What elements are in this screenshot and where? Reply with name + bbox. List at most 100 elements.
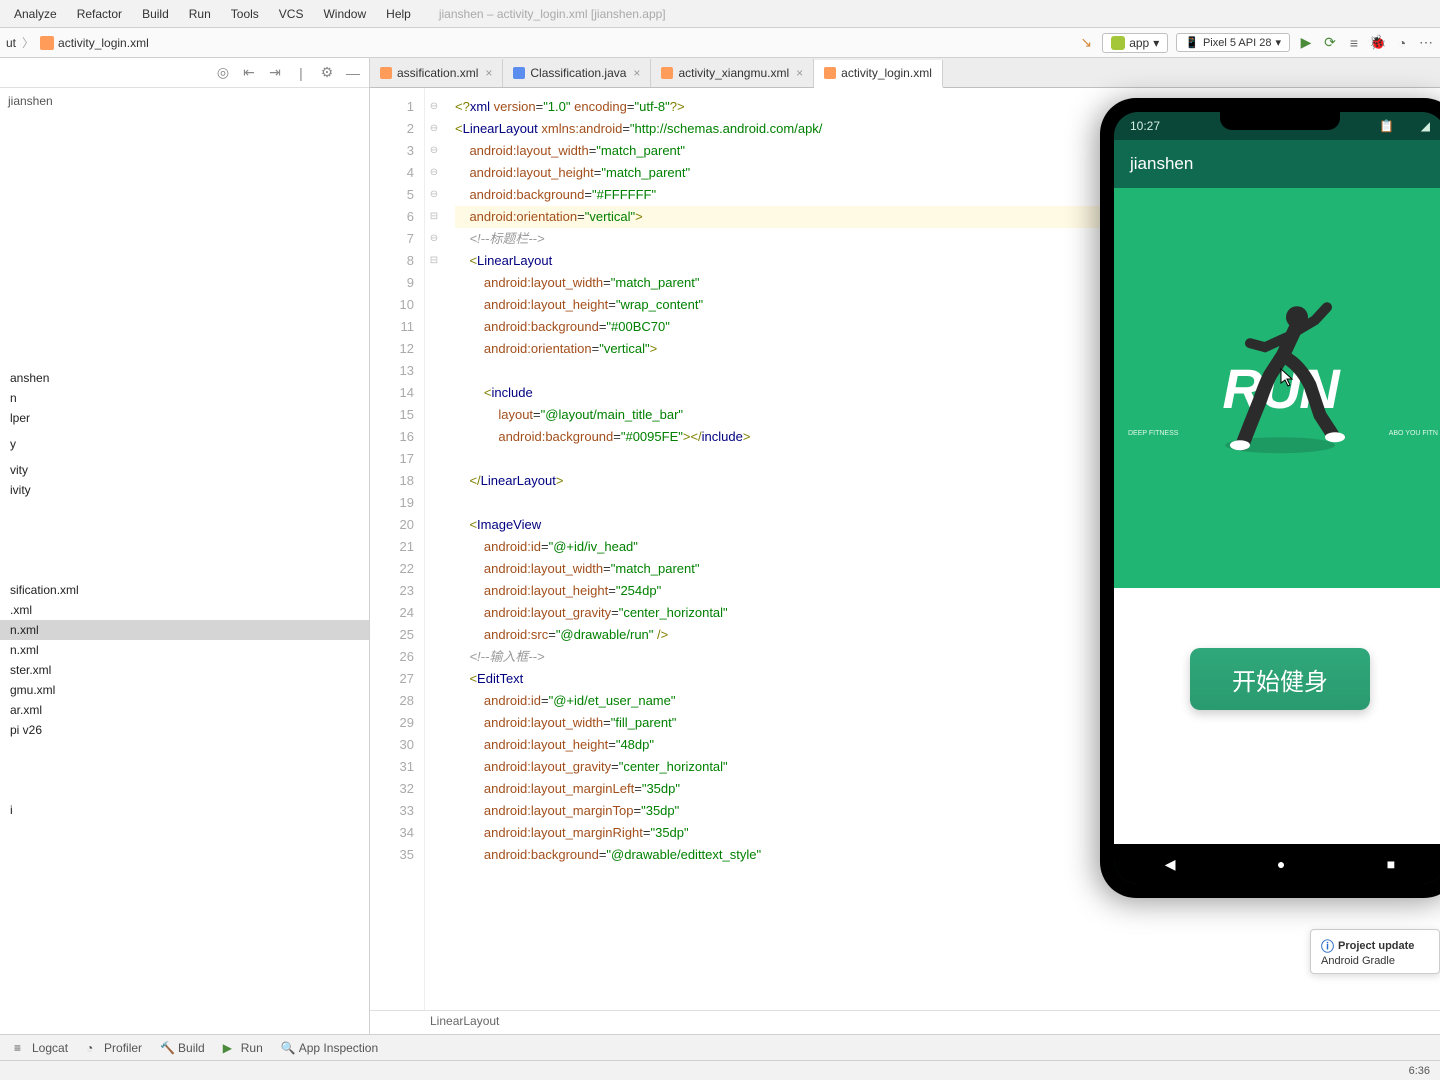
run-icon[interactable]: ▶ bbox=[1298, 35, 1314, 51]
activity-restart-icon[interactable]: ≡ bbox=[1346, 35, 1362, 51]
profiler-icon: ◔ bbox=[86, 1041, 100, 1055]
menu-bar: Analyze Refactor Build Run Tools VCS Win… bbox=[0, 0, 1440, 28]
dropdown-icon: ▾ bbox=[1275, 36, 1281, 49]
bottom-logcat[interactable]: ≡Logcat bbox=[14, 1041, 68, 1055]
emu-app-title: jianshen bbox=[1130, 154, 1193, 174]
xml-file-icon bbox=[380, 67, 392, 79]
tree-item[interactable]: y bbox=[0, 434, 369, 454]
editor-breadcrumb[interactable]: LinearLayout bbox=[370, 1010, 1440, 1034]
debug-icon[interactable]: 🐞 bbox=[1370, 35, 1386, 51]
tree-item[interactable]: .xml bbox=[0, 600, 369, 620]
menu-help[interactable]: Help bbox=[376, 3, 421, 25]
tree-item[interactable]: ivity bbox=[0, 480, 369, 500]
cursor-icon bbox=[1280, 368, 1294, 388]
editor-tabs: assification.xml × Classification.java × a… bbox=[370, 58, 1440, 88]
info-icon: ⓘ bbox=[1321, 936, 1334, 955]
bottom-label: App Inspection bbox=[299, 1041, 378, 1055]
close-icon[interactable]: × bbox=[796, 66, 803, 80]
android-icon bbox=[1111, 36, 1125, 50]
tab[interactable]: activity_xiangmu.xml× bbox=[651, 59, 814, 87]
tree-item-selected[interactable]: n.xml bbox=[0, 620, 369, 640]
project-root-label[interactable]: jianshen bbox=[0, 88, 369, 114]
hero-small-left: DEEP FITNESS bbox=[1128, 430, 1178, 438]
tab-label: activity_login.xml bbox=[841, 66, 932, 80]
emu-home-icon[interactable]: ● bbox=[1277, 856, 1285, 872]
close-icon[interactable]: × bbox=[633, 66, 640, 80]
bottom-profiler[interactable]: ◔ Profiler bbox=[86, 1041, 142, 1055]
bottom-tool-bar: ≡Logcat ◔ Profiler 🔨Build ▶Run 🔍App Inspe… bbox=[0, 1034, 1440, 1060]
device-selector[interactable]: 📱 Pixel 5 API 28 ▾ bbox=[1176, 33, 1290, 52]
emu-status-icons: 📋 ◢ bbox=[1379, 119, 1430, 133]
emulator-device[interactable]: 10:27 📋 ◢ jianshen DEEP FITNESS RUN bbox=[1100, 98, 1440, 898]
tree-item[interactable]: ster.xml bbox=[0, 660, 369, 680]
line-gutter: 1234567891011121314151617181920212223242… bbox=[370, 88, 425, 1010]
tab-active[interactable]: activity_login.xml bbox=[814, 60, 943, 88]
emu-nav-bar: ◀ ● ■ bbox=[1114, 844, 1440, 884]
emu-hero-image: DEEP FITNESS RUN ABO YOU FITN bbox=[1114, 188, 1440, 588]
apply-changes-icon[interactable]: ⟳ bbox=[1322, 35, 1338, 51]
menu-analyze[interactable]: Analyze bbox=[4, 3, 67, 25]
nav-toolbar: ut 〉 activity_login.xml ↘ app ▾ 📱 Pixel … bbox=[0, 28, 1440, 58]
java-file-icon bbox=[513, 67, 525, 79]
collapse-icon[interactable]: ⇤ bbox=[241, 65, 257, 81]
emulator-screen[interactable]: 10:27 📋 ◢ jianshen DEEP FITNESS RUN bbox=[1114, 112, 1440, 884]
fold-column[interactable]: ⊖⊖⊖⊖⊖⊟⊖⊟ bbox=[425, 88, 443, 1010]
minimize-icon[interactable]: — bbox=[345, 65, 361, 81]
emu-recent-icon[interactable]: ■ bbox=[1387, 856, 1395, 872]
run-config-label: app bbox=[1129, 36, 1149, 50]
xml-file-icon bbox=[661, 67, 673, 79]
notification-popup[interactable]: ⓘ Project update Android Gradle bbox=[1310, 929, 1440, 974]
expand-icon[interactable]: ⇥ bbox=[267, 65, 283, 81]
menu-window[interactable]: Window bbox=[313, 3, 376, 25]
main-split: ◎ ⇤ ⇥ | ⚙ — jianshen anshen n lper y vit… bbox=[0, 58, 1440, 1034]
menu-vcs[interactable]: VCS bbox=[269, 3, 314, 25]
more-icon[interactable]: ⋯ bbox=[1418, 35, 1434, 51]
xml-file-icon bbox=[824, 67, 836, 79]
gear-icon[interactable]: ⚙ bbox=[319, 65, 335, 81]
start-fitness-button[interactable]: 开始健身 bbox=[1190, 648, 1370, 710]
menu-run[interactable]: Run bbox=[179, 3, 221, 25]
breadcrumb-file[interactable]: activity_login.xml bbox=[58, 36, 149, 50]
divider: | bbox=[293, 65, 309, 81]
tab[interactable]: Classification.java × bbox=[503, 59, 651, 87]
bottom-label: Profiler bbox=[104, 1041, 142, 1055]
run-icon: ▶ bbox=[223, 1041, 237, 1055]
bottom-app-inspection[interactable]: 🔍App Inspection bbox=[281, 1041, 378, 1055]
menu-refactor[interactable]: Refactor bbox=[67, 3, 132, 25]
bottom-build[interactable]: 🔨Build bbox=[160, 1041, 205, 1055]
tree-item[interactable]: i bbox=[0, 800, 369, 820]
tree-item[interactable]: n bbox=[0, 388, 369, 408]
tree-item[interactable]: lper bbox=[0, 408, 369, 428]
tree-item[interactable]: n.xml bbox=[0, 640, 369, 660]
project-tree[interactable]: anshen n lper y vity ivity sification.xm… bbox=[0, 114, 369, 1034]
bottom-label: Build bbox=[178, 1041, 205, 1055]
emu-back-icon[interactable]: ◀ bbox=[1165, 856, 1176, 873]
emu-content: 开始健身 bbox=[1114, 588, 1440, 844]
run-config-selector[interactable]: app ▾ bbox=[1102, 33, 1168, 53]
bottom-run[interactable]: ▶Run bbox=[223, 1041, 263, 1055]
close-icon[interactable]: × bbox=[485, 66, 492, 80]
profiler-icon[interactable]: ◔ bbox=[1394, 35, 1410, 51]
tree-item[interactable]: pi v26 bbox=[0, 720, 369, 740]
device-label: Pixel 5 API 28 bbox=[1203, 37, 1272, 49]
tree-item[interactable]: vity bbox=[0, 460, 369, 480]
editor-panel: assification.xml × Classification.java × a… bbox=[370, 58, 1440, 1034]
breadcrumb-seg[interactable]: ut bbox=[6, 36, 16, 50]
tree-item[interactable]: anshen bbox=[0, 368, 369, 388]
tab-label: assification.xml bbox=[397, 66, 478, 80]
status-time: 6:36 bbox=[1409, 1065, 1430, 1077]
tree-item[interactable]: gmu.xml bbox=[0, 680, 369, 700]
menu-tools[interactable]: Tools bbox=[221, 3, 269, 25]
sync-icon[interactable]: ↘ bbox=[1078, 35, 1094, 51]
notif-title: Project update bbox=[1338, 940, 1414, 952]
bottom-label: Logcat bbox=[32, 1041, 68, 1055]
tree-item[interactable]: sification.xml bbox=[0, 580, 369, 600]
notif-body: Android Gradle bbox=[1321, 955, 1429, 967]
tab-label: Classification.java bbox=[530, 66, 626, 80]
tab[interactable]: assification.xml × bbox=[370, 59, 503, 87]
tree-item[interactable]: ar.xml bbox=[0, 700, 369, 720]
xml-file-icon bbox=[40, 36, 54, 50]
menu-build[interactable]: Build bbox=[132, 3, 179, 25]
status-bar: 6:36 bbox=[0, 1060, 1440, 1080]
target-icon[interactable]: ◎ bbox=[215, 65, 231, 81]
